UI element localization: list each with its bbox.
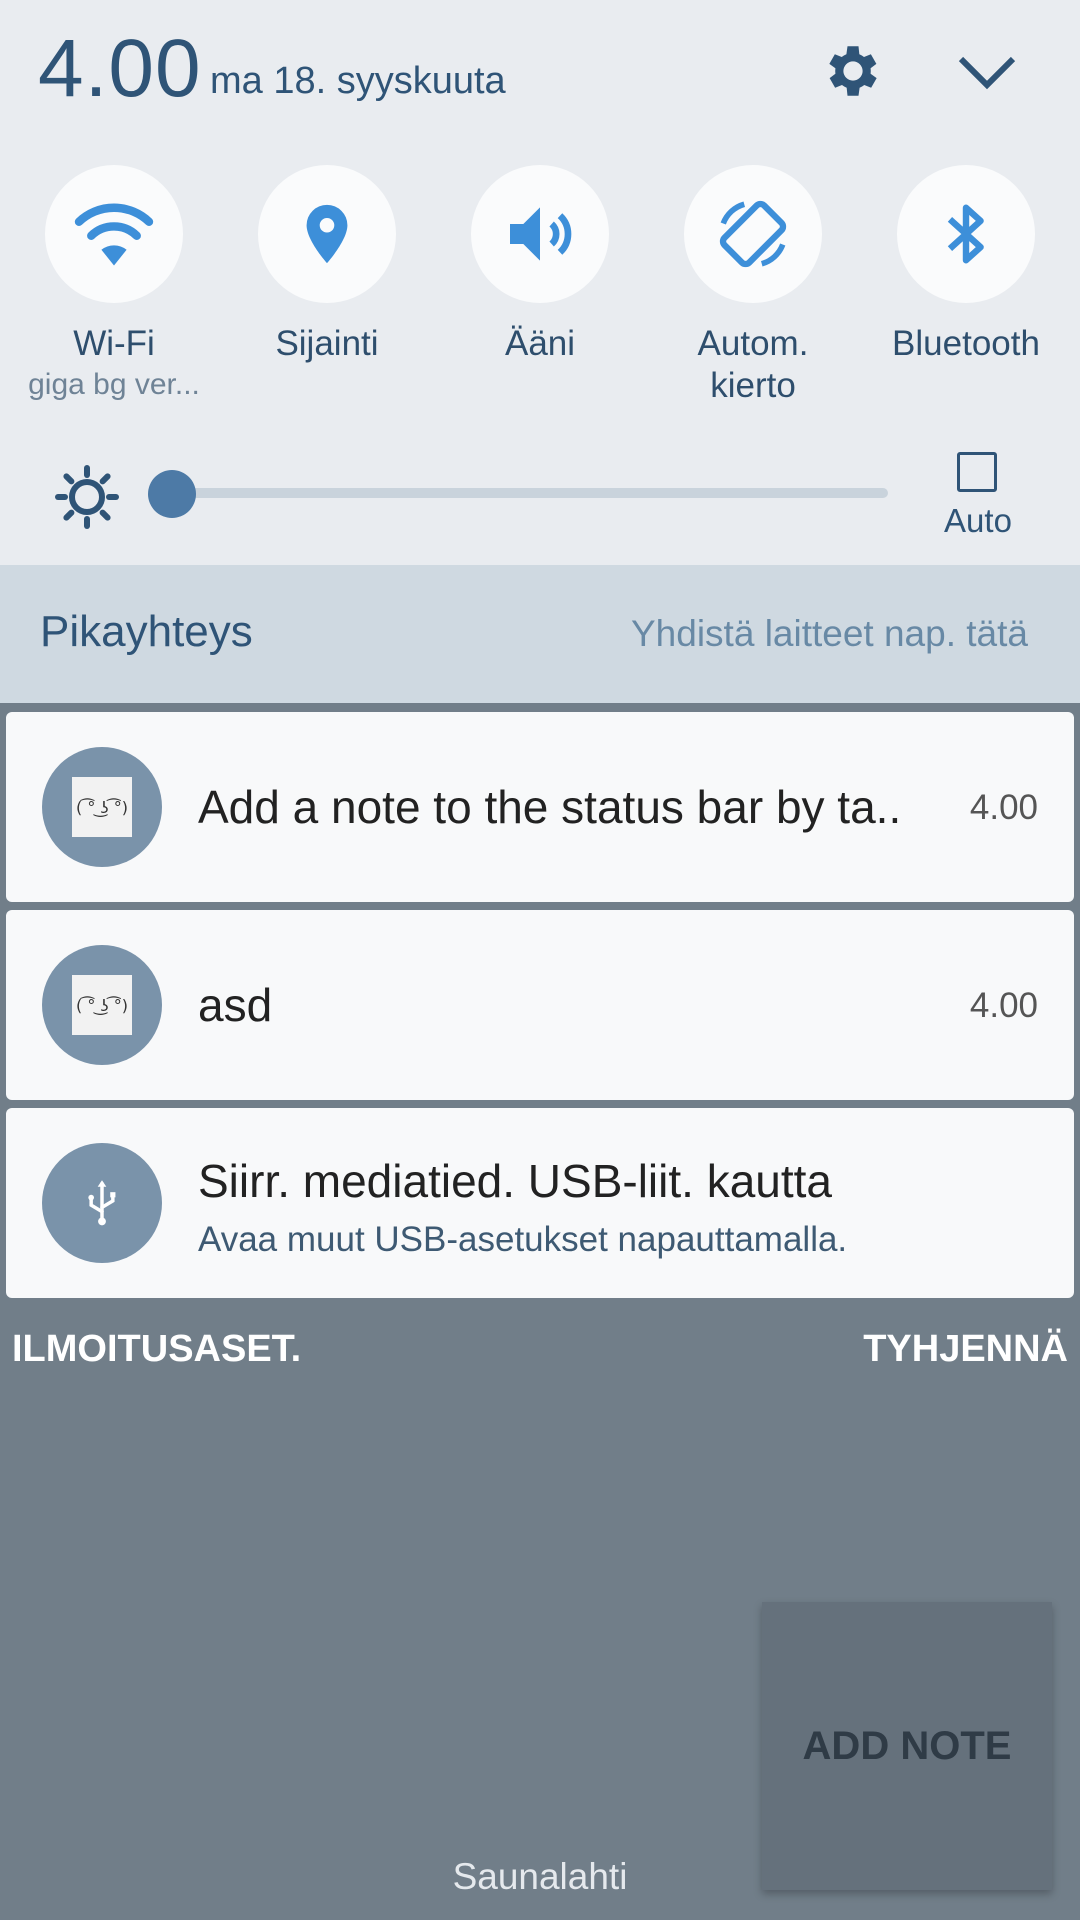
carrier-label: Saunalahti bbox=[452, 1856, 628, 1897]
toggle-sound[interactable]: Ääni bbox=[445, 165, 635, 365]
notification-title: Siirr. mediatied. USB-liit. kautta bbox=[198, 1155, 833, 1207]
lenny-face-icon: ( ͡° ͜ʖ ͡°) bbox=[72, 975, 132, 1035]
notification-time: 4.00 bbox=[969, 788, 1038, 827]
notification-title: Add a note to the status bar by ta.. bbox=[198, 781, 902, 833]
usb-icon bbox=[88, 1180, 116, 1226]
quick-connect-title: Pikayhteys bbox=[40, 607, 253, 656]
toggle-sound-label: Ääni bbox=[504, 324, 576, 363]
toggle-rotate-label: Autom. kierto bbox=[658, 323, 848, 407]
date: ma 18. syyskuuta bbox=[210, 60, 506, 102]
auto-brightness-label: Auto bbox=[944, 502, 1012, 539]
notification-time: 4.00 bbox=[969, 986, 1038, 1025]
toggle-wifi-label: Wi-Fi bbox=[73, 324, 155, 363]
notification-subtitle: Avaa muut USB-asetukset napauttamalla. bbox=[198, 1220, 848, 1259]
notification-card-usb[interactable]: Siirr. mediatied. USB-liit. kautta Avaa … bbox=[6, 1108, 1074, 1298]
toggle-rotate-label-line1: Autom. bbox=[697, 324, 809, 363]
notification-settings-button[interactable]: ILMOITUSASET. bbox=[12, 1328, 301, 1371]
location-icon bbox=[306, 204, 348, 264]
notification-card[interactable]: ( ͡° ͜ʖ ͡°) Add a note to the status bar… bbox=[6, 712, 1074, 902]
toggle-wifi-network: giga bg ver... bbox=[28, 368, 200, 401]
auto-brightness-checkbox[interactable] bbox=[957, 452, 997, 492]
toggle-location-circle[interactable] bbox=[258, 165, 396, 303]
toggle-bluetooth-circle[interactable] bbox=[897, 165, 1035, 303]
notification-card[interactable]: ( ͡° ͜ʖ ͡°) asd 4.00 bbox=[6, 910, 1074, 1100]
notification-title: asd bbox=[198, 979, 273, 1031]
brightness-slider-track[interactable] bbox=[172, 488, 888, 498]
toggle-location[interactable]: Sijainti bbox=[232, 165, 422, 365]
clock: 4.00 bbox=[38, 23, 202, 114]
toggle-rotate-label-line2: kierto bbox=[710, 366, 796, 405]
avatar bbox=[42, 1143, 162, 1263]
brightness-slider-thumb[interactable] bbox=[148, 470, 196, 518]
toggle-wifi[interactable]: Wi-Fi giga bg ver... bbox=[19, 165, 209, 403]
quick-connect-bar[interactable]: Pikayhteys Yhdistä laitteet nap. tätä bbox=[0, 565, 1080, 703]
add-note-button[interactable]: ADD NOTE bbox=[762, 1602, 1052, 1890]
rotate-icon bbox=[719, 200, 787, 268]
toggle-bluetooth[interactable]: Bluetooth bbox=[871, 165, 1061, 365]
avatar: ( ͡° ͜ʖ ͡°) bbox=[42, 747, 162, 867]
quick-settings-panel: 4.00 ma 18. syyskuuta Wi-Fi giga bg ver.… bbox=[0, 0, 1080, 565]
gear-icon[interactable] bbox=[820, 38, 886, 104]
chevron-down-icon[interactable] bbox=[955, 45, 1019, 99]
toggle-sound-circle[interactable] bbox=[471, 165, 609, 303]
wifi-icon bbox=[74, 203, 154, 266]
clear-all-button[interactable]: TYHJENNÄ bbox=[863, 1328, 1068, 1371]
quick-connect-hint: Yhdistä laitteet nap. tätä bbox=[631, 613, 1028, 654]
bluetooth-icon bbox=[947, 204, 984, 264]
toggle-location-label: Sijainti bbox=[275, 324, 379, 363]
brightness-icon bbox=[55, 465, 119, 529]
sound-icon bbox=[510, 207, 572, 261]
toggle-wifi-circle[interactable] bbox=[45, 165, 183, 303]
avatar: ( ͡° ͜ʖ ͡°) bbox=[42, 945, 162, 1065]
toggle-auto-rotate[interactable]: Autom. kierto bbox=[658, 165, 848, 407]
lenny-face-icon: ( ͡° ͜ʖ ͡°) bbox=[72, 777, 132, 837]
toggle-bluetooth-label: Bluetooth bbox=[892, 324, 1040, 363]
toggle-rotate-circle[interactable] bbox=[684, 165, 822, 303]
